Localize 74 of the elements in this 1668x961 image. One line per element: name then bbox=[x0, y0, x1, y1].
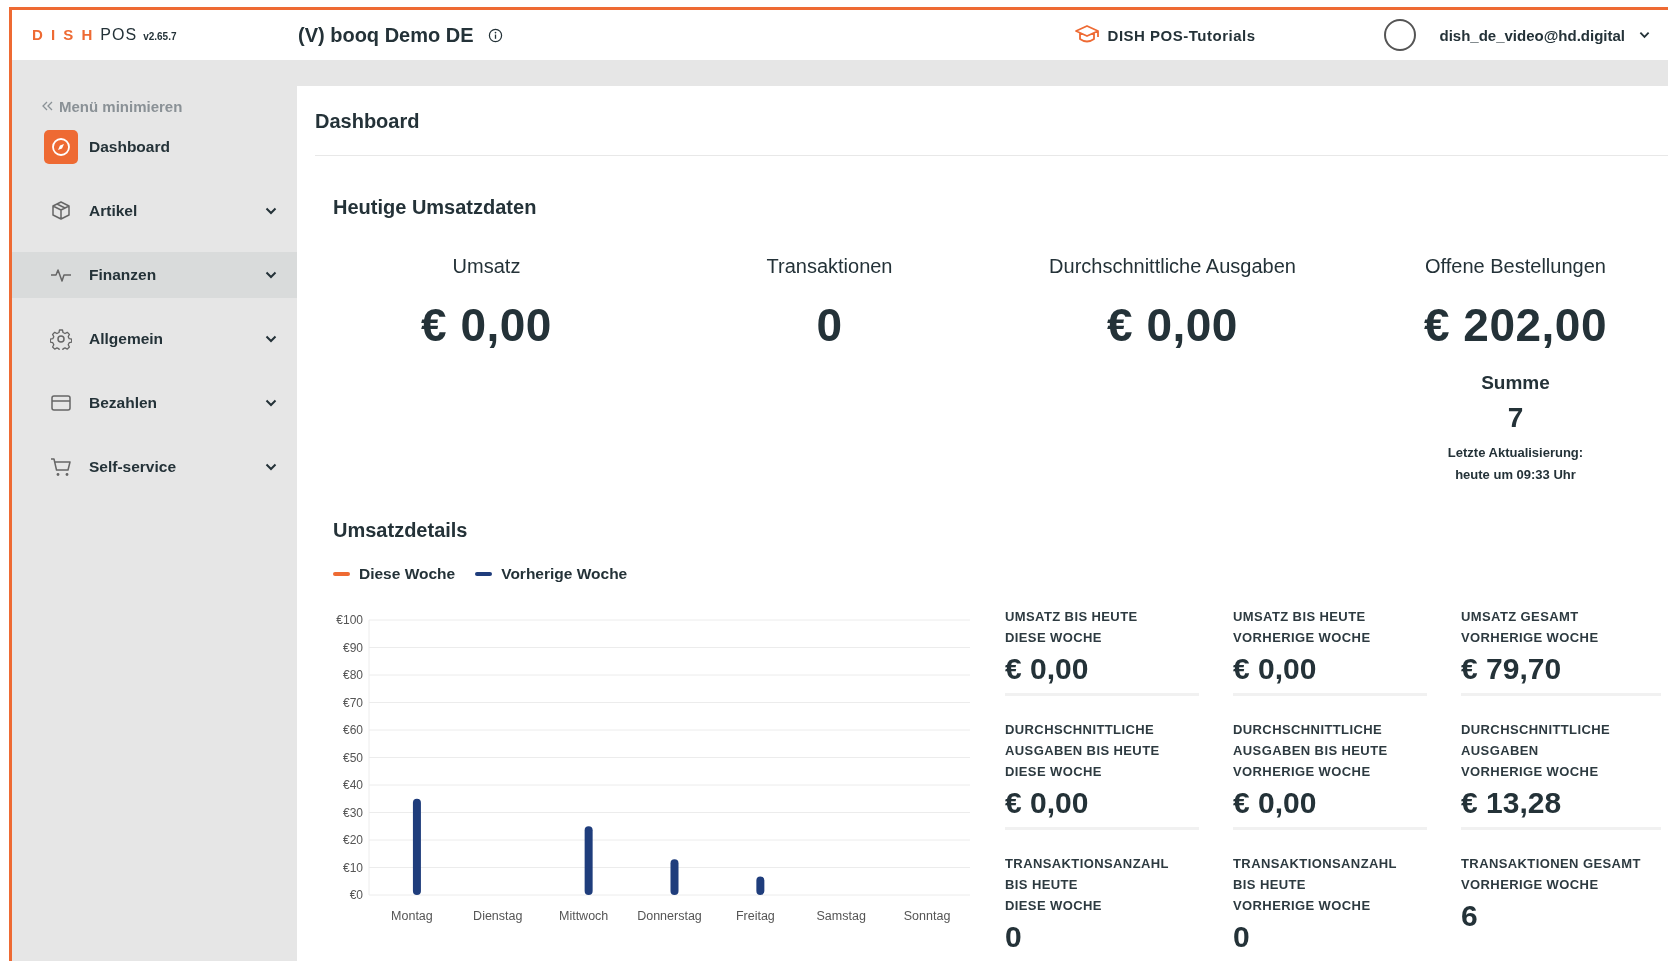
brand-logo: D I S H bbox=[32, 26, 95, 43]
page-title: Dashboard bbox=[315, 109, 421, 134]
stat-value: € 0,00 bbox=[1005, 651, 1090, 687]
chevron-icon bbox=[1639, 31, 1650, 39]
kpi-value: 0 bbox=[816, 298, 843, 352]
kpi-value: € 0,00 bbox=[1107, 298, 1238, 352]
axis-label: Mittwoch bbox=[559, 909, 609, 923]
stat-label: UMSATZ BIS HEUTE VORHERIGE WOCHE bbox=[1233, 608, 1372, 647]
section-title: Umsatzdetails bbox=[332, 519, 469, 542]
stat-label: TRANSAKTIONEN GESAMT VORHERIGE WOCHE bbox=[1461, 855, 1642, 894]
stat-value: € 0,00 bbox=[1005, 785, 1090, 821]
venue-title: (V) booq Demo DE bbox=[298, 23, 474, 47]
kpi-label: Transaktionen bbox=[766, 255, 893, 278]
kpi-label: Offene Bestellungen bbox=[1425, 255, 1606, 278]
sum-value: 7 bbox=[1507, 402, 1524, 434]
sidebar-item[interactable]: Allgemein bbox=[12, 316, 297, 362]
axis-label: €30 bbox=[342, 805, 363, 820]
sidebar-item[interactable]: Bezahlen bbox=[12, 380, 297, 426]
kpi-label: Umsatz bbox=[452, 255, 521, 278]
sidebar-item[interactable]: Artikel bbox=[12, 188, 297, 234]
axis-label: €80 bbox=[342, 668, 363, 682]
axis-label: €90 bbox=[342, 640, 363, 655]
kpi-label: Durchschnittliche Ausgaben bbox=[1049, 255, 1296, 278]
axis-label: Freitag bbox=[735, 909, 775, 923]
stat-value: € 13,28 bbox=[1461, 785, 1563, 821]
double-chevron-icon bbox=[42, 101, 53, 111]
stat-value: € 0,00 bbox=[1233, 785, 1318, 821]
gear-icon bbox=[50, 328, 72, 350]
stat-value: 6 bbox=[1461, 898, 1479, 934]
axis-label: €20 bbox=[342, 833, 363, 847]
axis-label: Samstag bbox=[816, 909, 866, 923]
axis-label: €0 bbox=[349, 888, 363, 902]
axis-label: €10 bbox=[342, 860, 363, 875]
axis-label: €70 bbox=[342, 695, 363, 710]
compass-icon bbox=[44, 130, 78, 164]
axis-label: €60 bbox=[342, 723, 363, 737]
stat-label: UMSATZ GESAMT VORHERIGE WOCHE bbox=[1461, 608, 1600, 647]
stat-label: DURCHSCHNITTLICHE AUSGABEN BIS HEUTE DIESE WOCHE bbox=[1005, 721, 1161, 781]
section-title: Heutige Umsatzdaten bbox=[332, 196, 538, 219]
tutorials-link[interactable]: DISH POS-Tutorials bbox=[1073, 25, 1256, 45]
cart-icon bbox=[50, 456, 72, 478]
stat-label: TRANSAKTIONSANZAHL BIS HEUTE VORHERIGE WOCHE bbox=[1233, 855, 1398, 915]
stat-value: 0 bbox=[1005, 919, 1023, 955]
sidebar-item[interactable]: Dashboard bbox=[12, 124, 297, 170]
axis-label: Donnerstag bbox=[637, 909, 702, 923]
axis-label: €50 bbox=[342, 750, 363, 765]
last-update-text: Letzte Aktualisierung: heute um 09:33 Uhr bbox=[1447, 444, 1584, 484]
box-icon bbox=[50, 200, 72, 222]
stat-label: TRANSAKTIONSANZAHL BIS HEUTE DIESE WOCHE bbox=[1005, 855, 1170, 915]
stat-value: € 79,70 bbox=[1461, 651, 1563, 687]
graduation-cap-icon bbox=[1073, 25, 1100, 45]
sidebar-item[interactable]: Self-service bbox=[12, 444, 297, 490]
stat-value: 0 bbox=[1233, 919, 1251, 955]
version-label: v2.65.7 bbox=[143, 31, 177, 42]
axis-label: €40 bbox=[342, 778, 363, 792]
avatar[interactable] bbox=[1383, 19, 1416, 51]
user-menu-button[interactable]: dish_de_video@hd.digital bbox=[1439, 26, 1650, 44]
kpi-value: € 0,00 bbox=[421, 298, 552, 352]
product-name: POS bbox=[100, 26, 138, 44]
stat-label: DURCHSCHNITTLICHE AUSGABEN VORHERIGE WOCHE bbox=[1461, 721, 1612, 781]
axis-label: Sonntag bbox=[903, 909, 951, 923]
stat-label: UMSATZ BIS HEUTE DIESE WOCHE bbox=[1005, 608, 1139, 647]
stat-value: € 0,00 bbox=[1233, 651, 1318, 687]
info-icon[interactable] bbox=[487, 27, 503, 43]
axis-label: Montag bbox=[391, 909, 433, 923]
sidebar-item[interactable]: Finanzen bbox=[12, 252, 297, 298]
legend-item[interactable]: Vorherige Woche bbox=[475, 564, 628, 584]
legend-item[interactable]: Diese Woche bbox=[333, 564, 456, 584]
sum-label: Summe bbox=[1481, 372, 1550, 394]
axis-label: Dienstag bbox=[473, 909, 523, 923]
stat-label: DURCHSCHNITTLICHE AUSGABEN BIS HEUTE VORHERIGE WOCHE bbox=[1233, 721, 1389, 781]
kpi-value: € 202,00 bbox=[1423, 298, 1608, 352]
axis-label: €100 bbox=[336, 613, 363, 627]
card-icon bbox=[50, 392, 72, 414]
